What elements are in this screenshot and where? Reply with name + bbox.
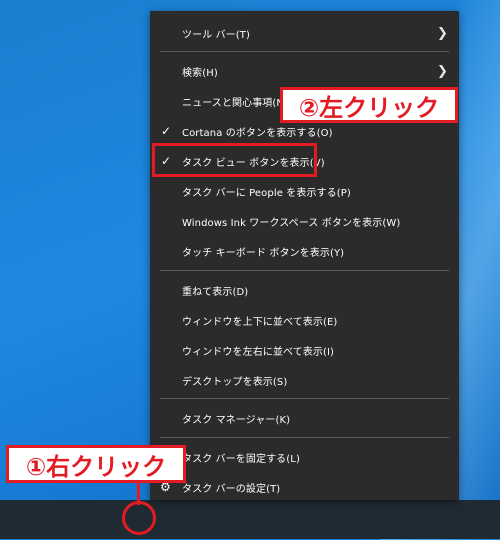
menu-item-label: ウィンドウを左右に並べて表示(I)	[182, 346, 335, 358]
menu-item-label: ツール バー(T)	[182, 29, 250, 41]
menu-item-lock-taskbar[interactable]: タスク バーを固定する(L)	[150, 442, 459, 472]
menu-item-side-by-side[interactable]: ウィンドウを左右に並べて表示(I)	[150, 335, 459, 365]
menu-item-label: ウィンドウを上下に並べて表示(E)	[182, 316, 338, 328]
callout-text: ①右クリック	[25, 452, 167, 481]
menu-item-cascade[interactable]: 重ねて表示(D)	[150, 275, 459, 305]
menu-item-label: タスク バーの設定(T)	[182, 483, 281, 495]
menu-item-windows-ink[interactable]: Windows Ink ワークスペース ボタンを表示(W)	[150, 206, 459, 236]
menu-separator	[160, 51, 449, 52]
menu-item-label: Windows Ink ワークスペース ボタンを表示(W)	[182, 217, 401, 229]
menu-item-label: 重ねて表示(D)	[182, 286, 249, 298]
menu-item-touch-keyboard[interactable]: タッチ キーボード ボタンを表示(Y)	[150, 236, 459, 266]
menu-separator	[160, 270, 449, 271]
taskbar-context-menu: ツール バー(T) ❯ 検索(H) ❯ ニュースと関心事項(N) ✓ Corta…	[150, 11, 459, 500]
menu-separator	[160, 398, 449, 399]
callout-right-click: ①右クリック	[6, 445, 186, 483]
click-target-circle	[122, 501, 156, 535]
menu-item-toolbars[interactable]: ツール バー(T) ❯	[150, 18, 459, 48]
menu-item-show-people[interactable]: タスク バーに People を表示する(P)	[150, 176, 459, 206]
callout-text: ②左クリック	[298, 93, 440, 122]
menu-item-label: Cortana のボタンを表示する(O)	[182, 127, 333, 139]
callout-left-click: ②左クリック	[280, 87, 458, 123]
menu-item-task-manager[interactable]: タスク マネージャー(K)	[150, 403, 459, 433]
menu-separator	[160, 437, 449, 438]
highlight-box-task-view	[152, 143, 317, 177]
menu-item-label: ニュースと関心事項(N)	[182, 97, 288, 109]
menu-item-label: タスク バーを固定する(L)	[182, 453, 300, 465]
menu-item-show-desktop[interactable]: デスクトップを表示(S)	[150, 365, 459, 395]
menu-item-label: タッチ キーボード ボタンを表示(Y)	[182, 247, 345, 259]
menu-item-search[interactable]: 検索(H) ❯	[150, 56, 459, 86]
menu-item-taskbar-settings[interactable]: ⚙ タスク バーの設定(T)	[150, 472, 459, 502]
menu-item-label: タスク バーに People を表示する(P)	[182, 187, 351, 199]
check-icon: ✓	[161, 124, 172, 138]
chevron-right-icon: ❯	[437, 25, 448, 41]
chevron-right-icon: ❯	[437, 63, 448, 79]
menu-item-label: 検索(H)	[182, 67, 218, 79]
taskbar[interactable]	[0, 500, 500, 539]
menu-item-stack[interactable]: ウィンドウを上下に並べて表示(E)	[150, 305, 459, 335]
menu-item-label: タスク マネージャー(K)	[182, 414, 291, 426]
menu-item-label: デスクトップを表示(S)	[182, 376, 288, 388]
